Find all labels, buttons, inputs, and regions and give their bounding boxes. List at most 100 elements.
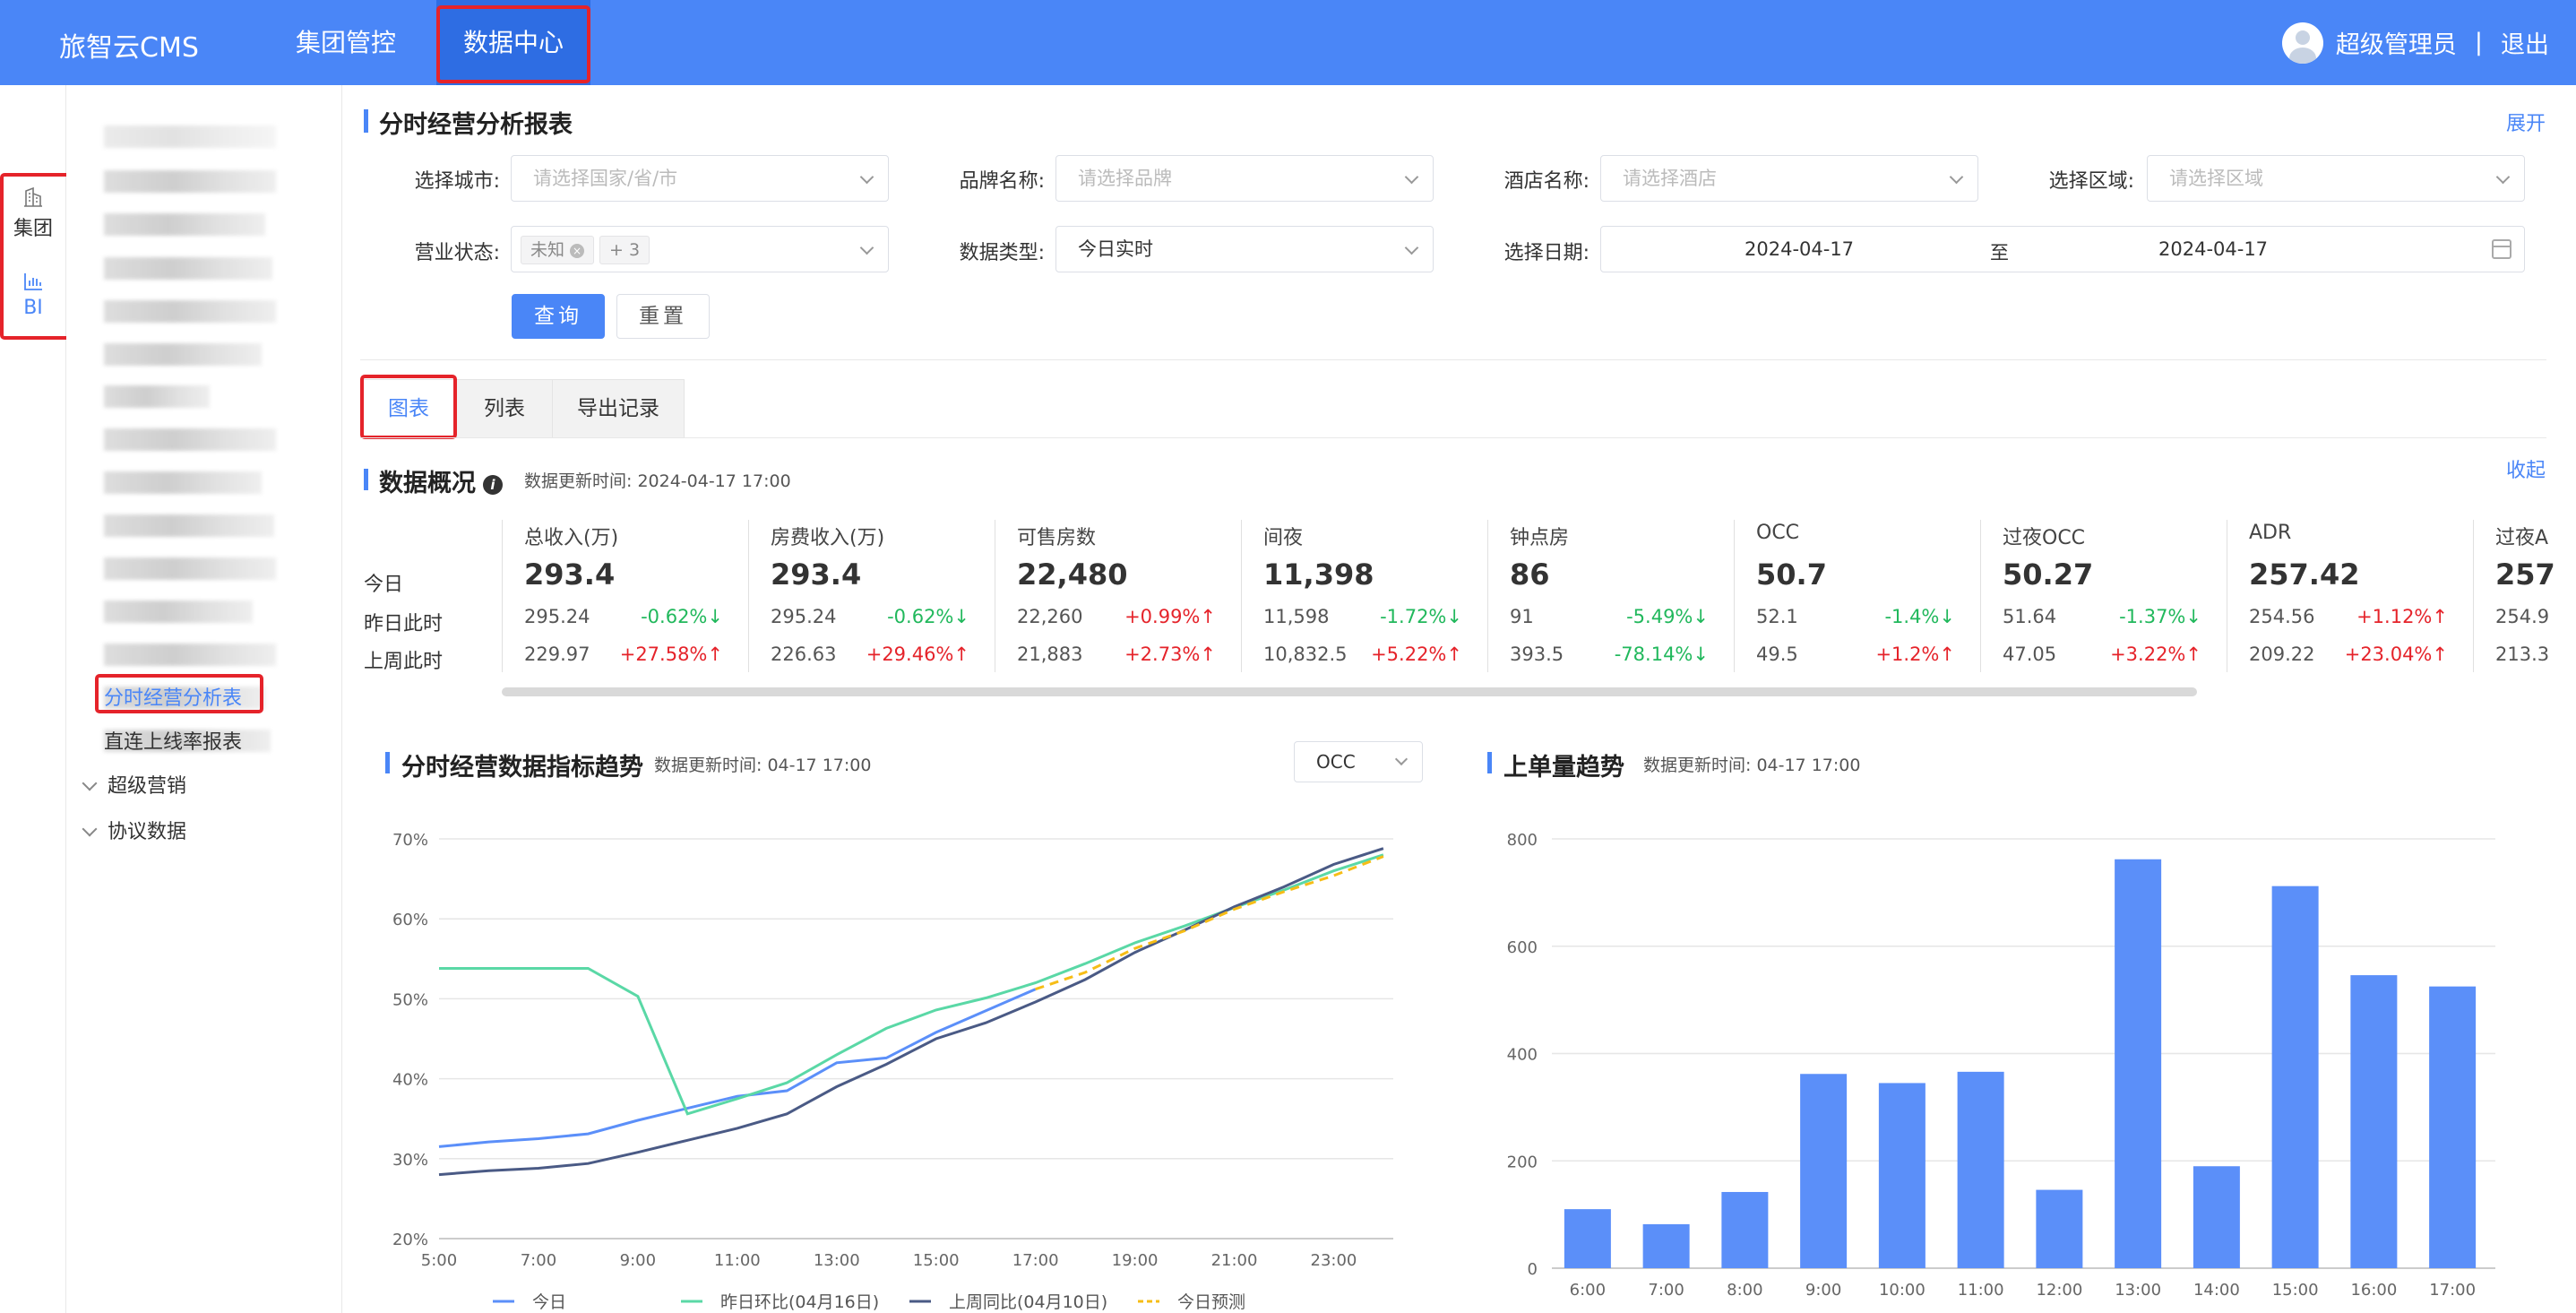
bar [1800, 1074, 1848, 1268]
x-tick-label: 15:00 [2272, 1281, 2319, 1300]
metric-change-text: +2.73% [1124, 644, 1201, 665]
blurred-menu-item[interactable] [104, 385, 210, 408]
x-tick-label: 6:00 [1570, 1281, 1606, 1300]
blurred-menu-item[interactable] [104, 557, 276, 580]
menu-group-agreement-data[interactable]: 协议数据 [82, 816, 187, 844]
metric-last-week-value: 21,883 [1017, 644, 1083, 665]
series-line [438, 847, 1384, 1177]
tab-export-records[interactable]: 导出记录 [552, 379, 685, 438]
close-icon[interactable]: × [570, 243, 585, 258]
blurred-menu-item[interactable] [104, 644, 276, 666]
blurred-menu-item[interactable] [104, 300, 276, 323]
menu-group-label: 协议数据 [108, 821, 187, 843]
collapse-link[interactable]: 收起 [2506, 454, 2546, 483]
arrow-up-icon: ↑ [953, 644, 969, 665]
y-tick-label: 50% [392, 990, 428, 1009]
metric-yesterday-value: 11,598 [1263, 606, 1330, 627]
metric-name: 钟点房 [1510, 527, 1570, 549]
blurred-menu-item[interactable] [104, 471, 262, 494]
metric-yesterday-change: -0.62%↓ [641, 606, 723, 627]
x-tick-label: 15:00 [913, 1251, 960, 1270]
metric-yesterday-change: -1.72%↓ [1380, 606, 1462, 627]
app-logo[interactable]: 旅智云CMS [59, 25, 199, 65]
overview-update-time: 数据更新时间: 2024-04-17 17:00 [524, 471, 791, 491]
metric-change-text: -1.72% [1380, 606, 1447, 627]
query-button[interactable]: 查询 [512, 294, 605, 339]
nav-group-control[interactable]: 集团管控 [296, 0, 396, 85]
orders-update-time: 数据更新时间: 04-17 17:00 [1643, 756, 1861, 775]
metric-name: 可售房数 [1017, 527, 1097, 549]
hotel-select[interactable]: 请选择酒店 [1600, 155, 1978, 202]
x-tick-label: 7:00 [521, 1251, 556, 1270]
row-label-yesterday: 昨日此时 [364, 613, 444, 635]
horizontal-scrollbar[interactable] [502, 687, 2197, 696]
blurred-menu-item[interactable] [104, 428, 276, 451]
data-type-select[interactable]: 今日实时 [1055, 226, 1434, 272]
metric-card: 房费收入(万) 293.4 295.24 -0.62%↓ 226.63 +29.46%↑ [748, 520, 995, 672]
brand-select[interactable]: 请选择品牌 [1055, 155, 1434, 202]
blurred-menu-item[interactable] [104, 213, 265, 236]
row-label-today: 今日 [364, 574, 404, 596]
hotel-label: 酒店名称: [1503, 170, 1590, 193]
x-tick-label: 9:00 [1805, 1281, 1841, 1300]
x-tick-label: 11:00 [714, 1251, 761, 1270]
metric-today-value: 293.4 [771, 557, 862, 592]
metric-card: OCC 50.7 52.1 -1.4%↓ 49.5 +1.2%↑ [1734, 520, 1980, 672]
metric-last-week-value: 393.5 [1510, 644, 1564, 665]
date-end[interactable]: 2024-04-17 [2158, 238, 2268, 260]
region-select[interactable]: 请选择区域 [2147, 155, 2525, 202]
logout-link[interactable]: 退出 [2501, 25, 2549, 60]
metric-yesterday-value: 254.9 [2495, 606, 2550, 627]
series-line [439, 853, 1384, 1116]
y-tick-label: 70% [392, 831, 428, 850]
x-tick-label: 17:00 [1012, 1251, 1059, 1270]
tab-list[interactable]: 列表 [456, 379, 553, 438]
blurred-menu-item[interactable] [104, 257, 272, 280]
blurred-menu-item[interactable] [104, 514, 274, 537]
arrow-up-icon: ↑ [2432, 606, 2448, 627]
calendar-icon[interactable] [2492, 239, 2511, 259]
status-select[interactable]: 未知 × + 3 [511, 226, 889, 272]
bar [1721, 1191, 1769, 1268]
orders-title: 上单量趋势 [1503, 754, 1624, 782]
user-name[interactable]: 超级管理员 [2336, 25, 2457, 60]
x-tick-label: 14:00 [2193, 1281, 2240, 1300]
x-tick-label: 21:00 [1211, 1251, 1258, 1270]
blurred-menu-item[interactable] [104, 125, 276, 148]
bar [1642, 1223, 1690, 1268]
metric-change-text: +0.99% [1124, 606, 1201, 627]
city-placeholder: 请选择国家/省/市 [533, 168, 678, 189]
divider [360, 359, 2546, 360]
expand-link[interactable]: 展开 [2506, 108, 2546, 136]
metric-card: 总收入(万) 293.4 295.24 -0.62%↓ 229.97 +27.58%↑ [502, 520, 748, 672]
menu-item-direct-rate[interactable]: 直连上线率报表 [104, 726, 242, 755]
metric-yesterday-change: +0.99%↑ [1124, 606, 1216, 627]
date-range-picker[interactable]: 2024-04-17 至 2024-04-17 [1600, 226, 2525, 272]
metric-select-value: OCC [1316, 751, 1356, 773]
metric-select[interactable]: OCC [1294, 741, 1423, 782]
metric-yesterday-change: -1.37%↓ [2119, 606, 2201, 627]
metric-change-text: +3.22% [2110, 644, 2186, 665]
arrow-up-icon: ↑ [1200, 606, 1216, 627]
chevron-down-icon [1404, 169, 1419, 185]
reset-button[interactable]: 重置 [616, 294, 710, 339]
nav-data-center[interactable]: 数据中心 [436, 0, 590, 85]
brand-placeholder: 请选择品牌 [1078, 168, 1172, 189]
status-label: 营业状态: [414, 242, 500, 264]
menu-group-super-marketing[interactable]: 超级营销 [82, 770, 186, 799]
date-start[interactable]: 2024-04-17 [1745, 238, 1854, 260]
date-label: 选择日期: [1503, 242, 1590, 264]
metrics-wrap: 总收入(万) 293.4 295.24 -0.62%↓ 229.97 +27.58%↑ 房费… [502, 511, 2554, 681]
blurred-menu-item[interactable] [104, 600, 253, 623]
metric-last-week-change: -78.14%↓ [1615, 644, 1709, 665]
metric-today-value: 257 [2495, 557, 2554, 592]
metric-change-text: -1.37% [2119, 606, 2186, 627]
city-select[interactable]: 请选择国家/省/市 [511, 155, 889, 202]
region-label: 选择区域: [2048, 170, 2134, 193]
avatar[interactable] [2281, 22, 2323, 64]
date-separator: 至 [1990, 242, 2009, 263]
info-icon[interactable]: i [483, 474, 503, 495]
metric-last-week-change: +29.46%↑ [866, 644, 969, 665]
blurred-menu-item[interactable] [104, 170, 276, 193]
blurred-menu-item[interactable] [104, 343, 262, 366]
